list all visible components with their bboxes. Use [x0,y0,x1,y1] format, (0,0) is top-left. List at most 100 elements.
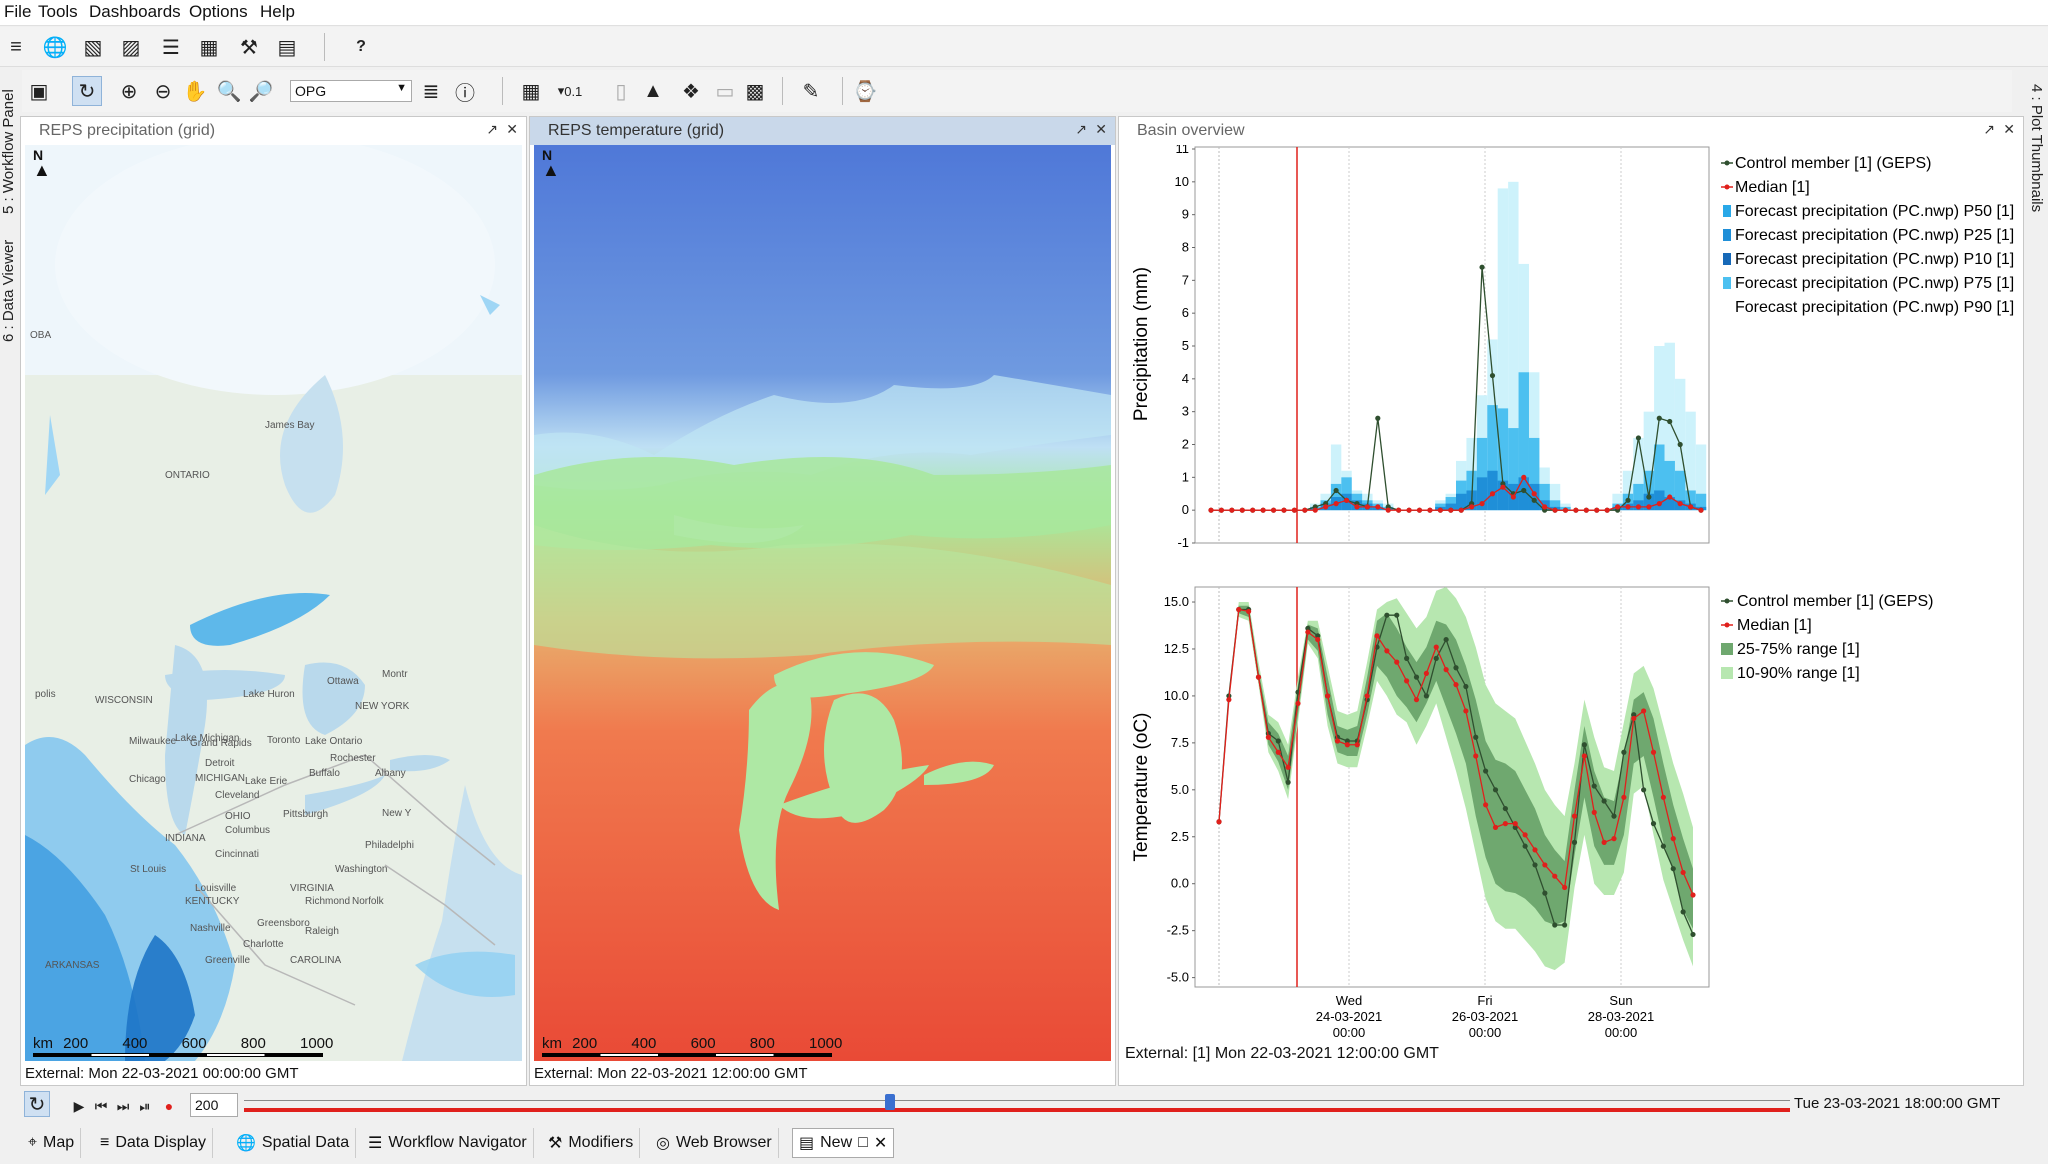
maximize-icon[interactable]: □ [858,1134,868,1152]
temp-point [1483,802,1489,808]
pencil-icon[interactable]: ✎ [798,78,824,104]
temp-point [1522,843,1528,849]
precip-point [1635,504,1642,510]
temp-point [1433,655,1439,661]
play-pause-icon[interactable]: ⏯ [132,1093,158,1119]
y-tick-label: 6 [1182,305,1189,320]
time-slider-track[interactable] [244,1108,1790,1112]
info-icon[interactable]: ⓘ [452,78,478,105]
undock-icon[interactable]: ↗ [1075,121,1087,138]
menu-tools[interactable]: Tools [38,2,78,22]
tab-workflow-navigator[interactable]: ☰ Workflow Navigator [362,1128,534,1158]
y-tick-label: 5.0 [1171,782,1189,797]
menu-file[interactable]: File [4,2,31,22]
triangle-icon[interactable]: ▲ [640,78,666,104]
north-arrow-icon: ▲ [542,160,560,180]
temp-point [1522,832,1528,838]
precip-point [1542,504,1548,510]
y-tick-label: 0 [1182,502,1189,517]
refresh-icon[interactable]: ↻ [24,1091,50,1117]
bottom-tab-bar: ⌖ Map ≡ Data Display 🌐 Spatial Data ☰ Workfl… [22,1128,922,1160]
marker-icon[interactable]: ▾ 0.1 [552,78,588,104]
wrench-icon: ⚒ [548,1135,563,1152]
time-slider-handle[interactable] [885,1094,895,1110]
temp-point [1670,836,1676,842]
location-select[interactable]: OPG ▼ [290,80,412,102]
precip-point [1614,504,1621,510]
undock-icon[interactable]: ↗ [486,121,498,138]
globe-icon[interactable]: 🌐 [42,34,68,60]
zoom-extent-icon[interactable]: 🔍 [216,78,242,104]
close-icon[interactable]: ✕ [1095,121,1107,138]
chart-icon[interactable]: ≡ [3,34,29,60]
side-tab-data-viewer[interactable]: 6 : Data Viewer [0,232,17,342]
precip-point [1687,504,1694,510]
precip-map[interactable]: N ▲ ONTARIO James Bay Lake Michigan Lake Hu… [25,145,522,1061]
tiles-icon[interactable]: ▩ [742,78,768,104]
map-chart-icon[interactable]: ▧ [80,34,106,60]
temp-point [1660,794,1666,800]
refresh-icon[interactable]: ↻ [72,76,102,106]
layers-icon[interactable]: ≣ [418,78,444,104]
step-spinner[interactable]: 200 [190,1093,238,1117]
list-icon[interactable]: ☰ [158,34,184,60]
close-icon[interactable]: ✕ [506,121,518,138]
precip-point [1531,491,1537,497]
undock-icon[interactable]: ↗ [1983,121,1995,138]
tab-web-browser[interactable]: ◎ Web Browser [650,1128,779,1158]
zoom-in-icon[interactable]: ⊕ [116,78,142,104]
side-tab-workflow[interactable]: 5 : Workflow Panel [0,84,17,214]
temp-point [1413,674,1420,680]
menu-help[interactable]: Help [260,2,295,22]
temp-point [1325,693,1331,699]
record-icon[interactable]: ● [156,1093,182,1119]
place-label: Cleveland [215,790,260,801]
zoom-previous-icon[interactable]: 🔎 [248,78,274,104]
wrench-icon[interactable]: ⚒ [236,34,262,60]
layout-icon[interactable]: ▣ [26,78,52,104]
panel-title: Basin overview [1119,117,2023,145]
close-icon[interactable]: ✕ [874,1133,887,1153]
precip-point [1406,507,1412,513]
pan-hand-icon[interactable]: ✋ [182,78,208,104]
temp-point [1571,813,1578,819]
precip-point [1677,501,1683,507]
place-label: Rochester [330,752,376,764]
temp-point [1591,809,1597,815]
menu-dashboards[interactable]: Dashboards [89,2,181,22]
tab-map[interactable]: ⌖ Map [22,1128,82,1158]
legend-marker [1723,253,1731,265]
place-label: Buffalo [309,767,340,779]
place-label: Nashville [190,922,231,934]
time-icon[interactable]: ⌚ [852,78,878,104]
precip-point [1562,507,1569,513]
table-icon[interactable]: ▤ [274,34,300,60]
precip-point [1323,504,1329,510]
tab-label: Spatial Data [261,1134,350,1151]
temp-point [1591,783,1597,789]
place-label: St Louis [130,863,167,875]
temp-map[interactable]: N ▲ km 200 400 600 800 1000 [534,145,1111,1061]
temp-point [1670,866,1676,872]
tab-modifiers[interactable]: ⚒ Modifiers [542,1128,641,1158]
tab-new[interactable]: ▤ New □ ✕ [792,1128,895,1158]
tab-data-display[interactable]: ≡ Data Display [94,1128,214,1158]
basin-charts[interactable]: 11109876543210-1Precipitation (mm)Contro… [1119,145,2023,1065]
place-label: Columbus [225,825,271,836]
temp-point [1680,869,1686,876]
place-label: Norfolk [352,896,384,908]
precip-point [1375,504,1381,510]
map-edit-icon[interactable]: ▨ [118,34,144,60]
side-tab-plot-thumbnails[interactable]: 4 : Plot Thumbnails [2028,84,2045,224]
help-button[interactable]: ? [348,34,374,60]
dashboard-icon[interactable]: ▦ [196,34,222,60]
x-tick-label: 28-03-2021 [1588,1009,1655,1024]
tab-spatial-data[interactable]: 🌐 Spatial Data [230,1128,357,1158]
precip-point [1646,494,1652,500]
close-icon[interactable]: ✕ [2003,121,2015,138]
grid-icon[interactable]: ▦ [518,78,544,104]
menu-options[interactable]: Options [189,2,248,22]
zoom-out-icon[interactable]: ⊖ [150,78,176,104]
temp-point [1463,683,1469,690]
stack-icon[interactable]: ❖ [678,78,704,104]
